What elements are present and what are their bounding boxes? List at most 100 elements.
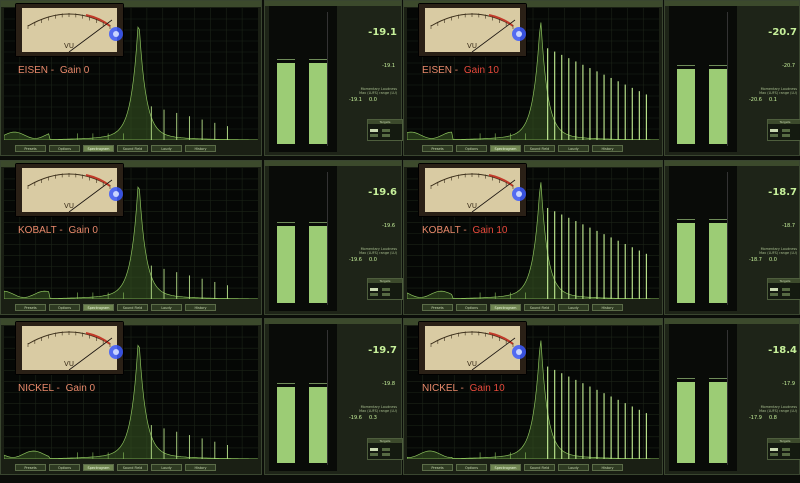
material-gain-label: EISEN - Gain 0	[18, 65, 89, 76]
toolbar-button-spectrogram[interactable]: Spectrogram	[83, 304, 114, 311]
target-toggle[interactable]	[370, 293, 378, 296]
toolbar-button-sound-field[interactable]: Sound Field	[117, 145, 148, 152]
toolbar-button-presets[interactable]: Presets	[15, 464, 46, 471]
toolbar-button-presets[interactable]: Presets	[422, 304, 453, 311]
peak-marker	[309, 59, 327, 61]
toolbar-button-spectrogram[interactable]: Spectrogram	[490, 464, 521, 471]
separator: -	[53, 383, 63, 394]
toolbar-button-options[interactable]: Options	[49, 464, 80, 471]
target-toggle[interactable]	[770, 129, 778, 132]
toolbar-button-options[interactable]: Options	[456, 304, 487, 311]
integrated-loudness-value: -18.4	[768, 345, 797, 356]
separator: -	[457, 383, 467, 394]
targets-box[interactable]: Targets	[367, 278, 403, 300]
target-toggle[interactable]	[782, 134, 790, 137]
toolbar-button-sound-field[interactable]: Sound Field	[524, 464, 555, 471]
toolbar-button-loudy[interactable]: Loudy	[558, 304, 589, 311]
vu-scale-label: VU	[64, 360, 74, 368]
target-toggle[interactable]	[370, 453, 378, 456]
target-toggle[interactable]	[782, 448, 790, 451]
material-name: EISEN	[18, 65, 49, 76]
target-toggle[interactable]	[370, 448, 378, 451]
toolbar-button-history[interactable]: History	[185, 464, 216, 471]
target-toggle[interactable]	[770, 293, 778, 296]
toolbar-button-options[interactable]: Options	[49, 145, 80, 152]
short-term-value: -18.7	[782, 223, 795, 229]
targets-box[interactable]: Targets	[767, 119, 800, 141]
target-toggle[interactable]	[770, 453, 778, 456]
level-meter	[269, 6, 337, 152]
target-toggle[interactable]	[382, 129, 390, 132]
loudness-range-value: 0.0	[369, 257, 377, 263]
target-toggle[interactable]	[782, 129, 790, 132]
toolbar-button-presets[interactable]: Presets	[15, 304, 46, 311]
toolbar-button-loudy[interactable]: Loudy	[151, 145, 182, 152]
gain-value: Gain 0	[68, 225, 98, 236]
toolbar-button-history[interactable]: History	[185, 145, 216, 152]
target-toggle[interactable]	[382, 448, 390, 451]
toolbar-button-history[interactable]: History	[592, 304, 623, 311]
targets-box[interactable]: Targets	[367, 119, 403, 141]
toolbar-button-sound-field[interactable]: Sound Field	[524, 304, 555, 311]
max-loudness-value: -19.6	[349, 415, 362, 421]
toolbar-button-loudy[interactable]: Loudy	[558, 145, 589, 152]
toolbar-button-loudy[interactable]: Loudy	[558, 464, 589, 471]
toolbar-button-sound-field[interactable]: Sound Field	[524, 145, 555, 152]
targets-box[interactable]: Targets	[367, 438, 403, 460]
max-loudness-value: -20.6	[749, 97, 762, 103]
toolbar-button-presets[interactable]: Presets	[15, 145, 46, 152]
target-toggle[interactable]	[770, 448, 778, 451]
target-toggle[interactable]	[382, 134, 390, 137]
loudness-range-value: 0.1	[769, 97, 777, 103]
peak-marker	[709, 377, 727, 379]
material-gain-label: NICKEL - Gain 0	[18, 383, 95, 394]
peak-marker	[709, 64, 727, 66]
target-toggle[interactable]	[370, 129, 378, 132]
toolbar-button-presets[interactable]: Presets	[422, 464, 453, 471]
toolbar-button-options[interactable]: Options	[456, 464, 487, 471]
material-gain-label: KOBALT - Gain 0	[18, 225, 98, 236]
toolbar-button-sound-field[interactable]: Sound Field	[117, 304, 148, 311]
material-gain-label: KOBALT - Gain 10	[422, 225, 507, 236]
target-toggle[interactable]	[382, 453, 390, 456]
peak-marker	[677, 219, 695, 221]
material-gain-label: EISEN - Gain 10	[422, 65, 499, 76]
peak-marker	[709, 219, 727, 221]
loudness-meter-panel-2-0: -19.7 -19.8 Momentary Loudness Max (LUFS) r…	[264, 318, 403, 475]
gain-value: Gain 10	[463, 65, 499, 76]
target-toggle[interactable]	[382, 293, 390, 296]
target-toggle[interactable]	[770, 288, 778, 291]
targets-box[interactable]: Targets	[767, 278, 800, 300]
short-term-value: -17.9	[782, 381, 795, 387]
toolbar-button-history[interactable]: History	[185, 304, 216, 311]
material-name: KOBALT	[422, 225, 461, 236]
target-toggle[interactable]	[770, 134, 778, 137]
toolbar-button-spectrogram[interactable]: Spectrogram	[83, 464, 114, 471]
toolbar-button-spectrogram[interactable]: Spectrogram	[490, 304, 521, 311]
max-loudness-value: -17.9	[749, 415, 762, 421]
short-term-value: -19.1	[382, 63, 395, 69]
target-toggle[interactable]	[370, 288, 378, 291]
target-toggle[interactable]	[782, 453, 790, 456]
toolbar-button-loudy[interactable]: Loudy	[151, 464, 182, 471]
toolbar: Presets Options Spectrogram Sound Field Loud…	[422, 304, 626, 312]
toolbar-button-options[interactable]: Options	[456, 145, 487, 152]
target-toggle[interactable]	[782, 288, 790, 291]
toolbar-button-history[interactable]: History	[592, 145, 623, 152]
max-loudness-value: -18.7	[749, 257, 762, 263]
toolbar-button-options[interactable]: Options	[49, 304, 80, 311]
toolbar-button-history[interactable]: History	[592, 464, 623, 471]
target-toggle[interactable]	[382, 288, 390, 291]
max-range-title: Max (LUFS) range (LU)	[759, 409, 797, 413]
toolbar-button-loudy[interactable]: Loudy	[151, 304, 182, 311]
target-toggle[interactable]	[782, 293, 790, 296]
target-toggle[interactable]	[370, 134, 378, 137]
toolbar-button-presets[interactable]: Presets	[422, 145, 453, 152]
level-meter	[669, 6, 737, 152]
vu-meter-graphic: VU	[419, 164, 526, 216]
toolbar-button-spectrogram[interactable]: Spectrogram	[83, 145, 114, 152]
meter-scale	[727, 330, 737, 465]
targets-box[interactable]: Targets	[767, 438, 800, 460]
toolbar-button-sound-field[interactable]: Sound Field	[117, 464, 148, 471]
toolbar-button-spectrogram[interactable]: Spectrogram	[490, 145, 521, 152]
